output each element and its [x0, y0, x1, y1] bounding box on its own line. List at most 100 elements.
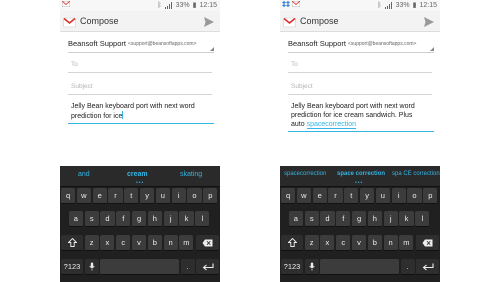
key-x[interactable]: x [100, 235, 115, 251]
to-field[interactable]: To [68, 60, 212, 73]
key-h[interactable]: h [147, 211, 162, 227]
period-key[interactable]: . [400, 259, 415, 275]
backspace-icon [202, 239, 213, 246]
key-y[interactable]: y [140, 188, 155, 204]
suggestion-item[interactable]: and [78, 171, 90, 178]
space-bar[interactable] [100, 259, 179, 275]
key-b[interactable]: b [147, 235, 162, 251]
battery-level: 33% [175, 2, 190, 9]
body-line: prediction for ice cream sandwich. Plus [291, 112, 413, 119]
key-e[interactable]: e [312, 188, 327, 204]
key-l[interactable]: l [195, 211, 210, 227]
shift-key[interactable] [61, 235, 83, 251]
key-d[interactable]: d [320, 211, 335, 227]
send-icon[interactable] [203, 15, 215, 27]
key-f[interactable]: f [116, 211, 131, 227]
key-a[interactable]: a [288, 211, 303, 227]
enter-key[interactable] [416, 259, 439, 275]
subject-field[interactable]: Subject [68, 82, 212, 95]
key-t[interactable]: t [344, 188, 359, 204]
from-field[interactable]: Beansoft Support <support@beansoftapps.c… [288, 38, 434, 53]
key-u[interactable]: u [375, 188, 390, 204]
key-p[interactable]: p [203, 188, 218, 204]
key-v[interactable]: v [351, 235, 367, 251]
key-a[interactable]: a [68, 211, 83, 227]
suggestion-item[interactable]: spa CE correction [392, 171, 440, 177]
key-n[interactable]: n [383, 235, 398, 251]
key-z[interactable]: z [84, 235, 99, 251]
key-r[interactable]: r [328, 188, 343, 204]
backspace-key[interactable] [196, 235, 219, 251]
key-w[interactable]: w [296, 188, 311, 204]
suggestion-item[interactable]: skating [180, 171, 202, 178]
key-q[interactable]: q [61, 188, 76, 204]
symbols-key[interactable]: ?123 [281, 259, 303, 275]
key-j[interactable]: j [163, 211, 178, 227]
shift-key[interactable] [281, 235, 303, 251]
key-k[interactable]: k [399, 211, 414, 227]
key-v[interactable]: v [131, 235, 147, 251]
battery-level: 33% [395, 2, 410, 9]
key-i[interactable]: i [391, 188, 406, 204]
key-c[interactable]: c [116, 235, 131, 251]
suggestion-item[interactable]: space correction [337, 171, 385, 177]
message-body-field[interactable]: Jelly Bean keyboard port with next word … [288, 102, 434, 132]
from-field[interactable]: Beansoft Support <support@beansoftapps.c… [68, 38, 214, 53]
suggestion-item[interactable]: cream [127, 171, 148, 178]
key-u[interactable]: u [155, 188, 170, 204]
key-h[interactable]: h [367, 211, 382, 227]
backspace-key[interactable] [416, 235, 439, 251]
key-m[interactable]: m [179, 235, 194, 251]
key-j[interactable]: j [383, 211, 398, 227]
key-k[interactable]: k [179, 211, 194, 227]
from-name: Beansoft Support [288, 39, 346, 48]
send-icon[interactable] [423, 15, 435, 27]
key-s[interactable]: s [84, 211, 99, 227]
key-i[interactable]: i [171, 188, 186, 204]
account-dropdown-icon[interactable] [210, 47, 214, 51]
message-body-field[interactable]: Jelly Bean keyboard port with next word … [68, 102, 214, 124]
key-m[interactable]: m [399, 235, 414, 251]
key-p[interactable]: p [423, 188, 438, 204]
key-e[interactable]: e [92, 188, 107, 204]
space-bar[interactable] [320, 259, 399, 275]
mic-key[interactable] [84, 259, 99, 275]
key-c[interactable]: c [336, 235, 351, 251]
action-bar: Compose [280, 11, 440, 32]
key-g[interactable]: g [132, 211, 147, 227]
account-dropdown-icon[interactable] [430, 47, 434, 51]
key-g[interactable]: g [352, 211, 367, 227]
gmail-icon[interactable] [63, 15, 76, 28]
to-field[interactable]: To [288, 60, 432, 73]
key-d[interactable]: d [100, 211, 115, 227]
key-r[interactable]: r [108, 188, 123, 204]
key-o[interactable]: o [187, 188, 202, 204]
enter-icon [202, 263, 214, 270]
key-o[interactable]: o [407, 188, 422, 204]
symbols-key[interactable]: ?123 [61, 259, 83, 275]
mic-icon [88, 262, 95, 271]
key-b[interactable]: b [367, 235, 382, 251]
period-key[interactable]: . [180, 259, 195, 275]
key-z[interactable]: z [304, 235, 319, 251]
enter-key[interactable] [196, 259, 219, 275]
key-y[interactable]: y [360, 188, 375, 204]
key-w[interactable]: w [76, 188, 91, 204]
key-l[interactable]: l [415, 211, 430, 227]
keyboard: spacecorrection space correction ••• spa… [280, 166, 440, 282]
key-x[interactable]: x [320, 235, 335, 251]
key-q[interactable]: q [281, 188, 296, 204]
suggestion-item[interactable]: spacecorrection [284, 171, 326, 177]
mic-icon [308, 262, 315, 271]
battery-icon: ▮ [192, 2, 197, 9]
suggestion-strip: spacecorrection space correction ••• spa… [280, 166, 440, 187]
subject-field[interactable]: Subject [288, 82, 432, 95]
bluetooth-icon: ᛒ [157, 2, 162, 9]
key-n[interactable]: n [163, 235, 178, 251]
key-s[interactable]: s [304, 211, 319, 227]
from-email: <support@beansoftapps.com> [348, 41, 417, 47]
mic-key[interactable] [304, 259, 319, 275]
key-t[interactable]: t [124, 188, 139, 204]
key-f[interactable]: f [336, 211, 351, 227]
gmail-icon[interactable] [283, 15, 296, 28]
